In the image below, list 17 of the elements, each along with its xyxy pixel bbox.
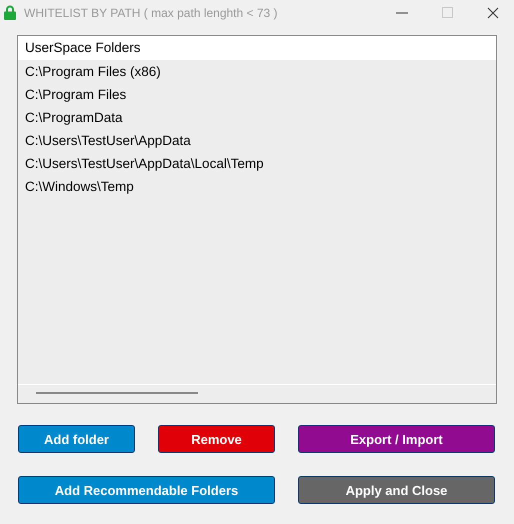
folder-path[interactable]: C:\Windows\Temp [18,175,496,198]
scrollbar-thumb[interactable] [36,392,198,394]
window-title: WHITELIST BY PATH ( max path lenghth < 73 ) [24,6,278,20]
folder-path[interactable]: C:\Program Files (x86) [18,60,496,83]
list-header: UserSpace Folders [18,36,496,60]
action-button[interactable]: Add Recommendable Folders [18,476,275,504]
action-button[interactable]: Apply and Close [298,476,495,504]
folder-path[interactable]: C:\Program Files [18,83,496,106]
action-button[interactable]: Add folder [18,425,135,453]
lock-icon [4,5,16,20]
folder-path[interactable]: C:\Users\TestUser\AppData\Local\Temp [18,152,496,175]
folder-path[interactable]: C:\Users\TestUser\AppData [18,129,496,152]
action-button[interactable]: Remove [158,425,275,453]
minimize-icon[interactable] [396,12,408,14]
folder-path[interactable]: C:\ProgramData [18,106,496,129]
action-button[interactable]: Export / Import [298,425,495,453]
close-icon[interactable] [487,6,499,18]
